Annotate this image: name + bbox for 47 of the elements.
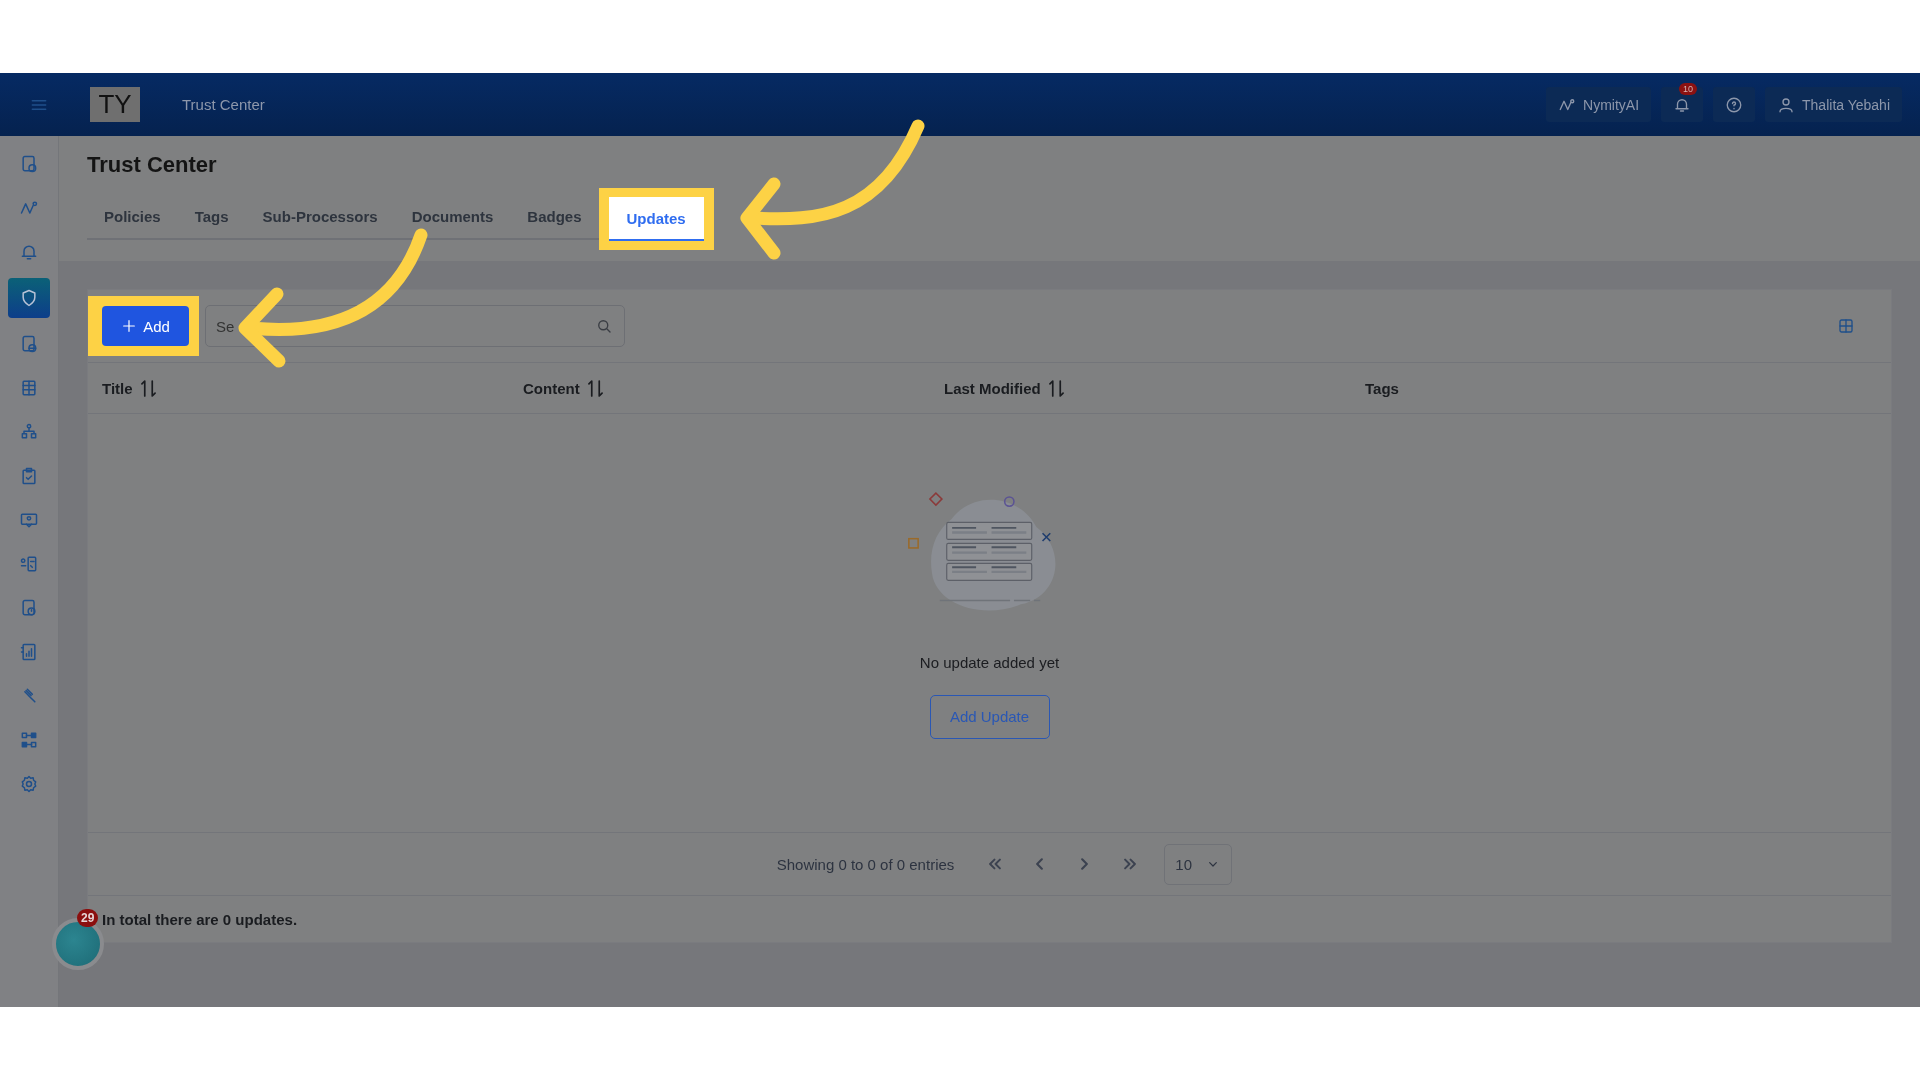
help-icon: [1725, 95, 1744, 114]
column-header[interactable]: Tags: [1365, 379, 1399, 397]
tab[interactable]: Tags: [177, 200, 246, 232]
sidebar-item[interactable]: [8, 278, 50, 318]
chevron-right-icon: [1081, 858, 1089, 870]
tab[interactable]: Documents: [394, 200, 511, 232]
column-header[interactable]: Last Modified: [944, 379, 1041, 397]
entries-summary: Showing 0 to 0 of 0 entries: [776, 855, 955, 873]
app-logo: TY: [90, 87, 140, 122]
alert-document-icon: [19, 598, 39, 618]
tab[interactable]: Badges: [510, 200, 599, 232]
globe-document-icon: [19, 334, 39, 354]
report-icon: [19, 154, 39, 174]
column-header[interactable]: Content: [523, 379, 580, 397]
sort-icon[interactable]: [587, 379, 603, 397]
search-field[interactable]: Se: [205, 305, 625, 347]
user-menu-button[interactable]: Thalita Yebahi: [1765, 87, 1902, 122]
workflow-icon: [19, 730, 39, 750]
page-size-select[interactable]: 10: [1164, 843, 1233, 885]
tab[interactable]: Updates: [608, 197, 704, 241]
search-icon: [595, 317, 613, 335]
help-button[interactable]: [1713, 87, 1756, 122]
empty-message: No update added yet: [919, 653, 1060, 671]
user-icon: [1777, 95, 1796, 114]
grid-icon: [1837, 317, 1855, 335]
sort-icon[interactable]: [1048, 379, 1064, 397]
double-chevron-left-icon: [988, 858, 1001, 870]
clipboard-check-icon: [19, 466, 39, 486]
person-checklist-icon: [19, 554, 39, 574]
table-icon: [19, 378, 39, 398]
tab[interactable]: Sub-Processors: [245, 200, 395, 232]
double-chevron-right-icon: [1123, 858, 1136, 870]
notification-count: 10: [1679, 83, 1698, 95]
tab[interactable]: Policies: [87, 200, 178, 232]
monitor-person-icon: [19, 510, 39, 530]
sort-icon[interactable]: [140, 379, 156, 397]
chart-notebook-icon: [19, 642, 39, 662]
column-header[interactable]: Title: [102, 379, 133, 397]
hierarchy-icon: [19, 422, 39, 442]
add-button[interactable]: Add: [102, 306, 189, 346]
page-title: Trust Center: [87, 152, 218, 178]
chevron-left-icon: [1036, 858, 1044, 870]
shield-icon: [19, 288, 39, 308]
assistant-button[interactable]: NymityAI: [1546, 87, 1652, 122]
settings-icon: [19, 774, 39, 794]
plus-icon: [121, 318, 138, 334]
app-title: Trust Center: [182, 96, 265, 113]
